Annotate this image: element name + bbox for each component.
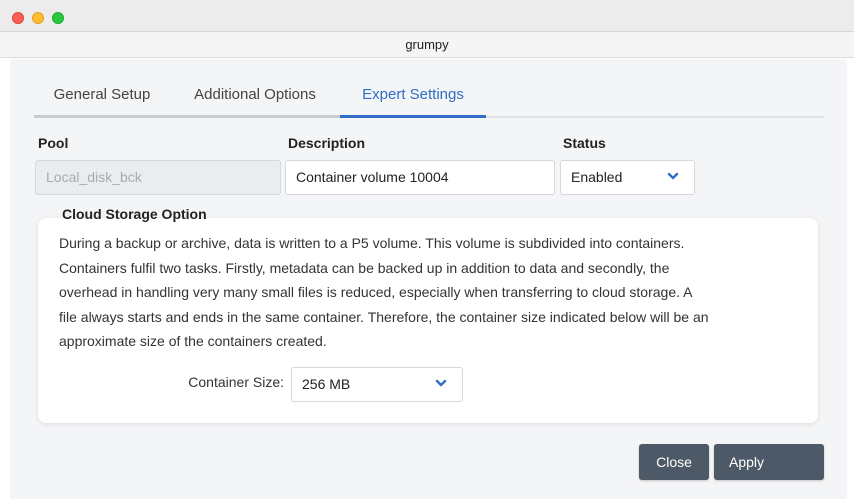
description-line: During a backup or archive, data is writ… [59, 235, 685, 251]
close-button[interactable]: Close [639, 444, 709, 480]
close-window-button[interactable] [12, 12, 24, 24]
apply-button[interactable]: Apply [714, 444, 824, 480]
description-line: approximate size of the containers creat… [59, 333, 327, 349]
container-size-label: Container Size: [188, 374, 284, 390]
status-select[interactable]: Enabled [560, 160, 695, 195]
tab-general-setup[interactable]: General Setup [34, 76, 170, 118]
tab-additional-options[interactable]: Additional Options [170, 76, 340, 118]
zoom-window-button[interactable] [52, 12, 64, 24]
cloud-storage-title: Cloud Storage Option [62, 206, 207, 222]
window-title: grumpy [0, 32, 854, 58]
cloud-storage-description: During a backup or archive, data is writ… [59, 231, 809, 354]
pool-label: Pool [38, 135, 69, 151]
container-size-value: 256 MB [302, 376, 351, 392]
description-field[interactable]: Container volume 10004 [285, 160, 555, 195]
chevron-down-icon [435, 379, 447, 387]
container-size-select[interactable]: 256 MB [291, 367, 463, 402]
tab-expert-settings[interactable]: Expert Settings [340, 76, 486, 118]
status-label: Status [563, 135, 606, 151]
description-line: Containers fulfil two tasks. Firstly, me… [59, 259, 670, 276]
chevron-down-icon [667, 172, 679, 180]
title-bar [0, 0, 854, 32]
description-label: Description [288, 135, 366, 151]
pool-field: Local_disk_bck [35, 160, 281, 195]
tab-bar: General Setup Additional Options Expert … [34, 76, 824, 118]
description-line: file always starts and ends in the same … [59, 308, 709, 325]
description-line: overhead in handling very many small fil… [59, 284, 693, 300]
status-select-value: Enabled [571, 169, 623, 185]
minimize-window-button[interactable] [32, 12, 44, 24]
